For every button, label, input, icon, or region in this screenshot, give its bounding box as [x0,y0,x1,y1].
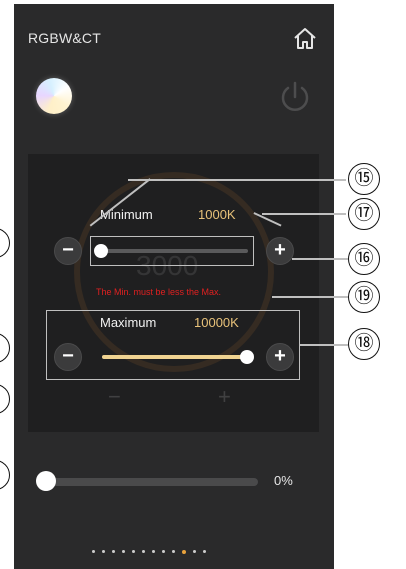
page-dot[interactable] [122,550,125,553]
callout-partial-3 [0,384,10,414]
background-minus: − [108,384,121,409]
callout-line-15 [128,179,346,181]
page-dot[interactable] [172,550,175,553]
callout-line-17 [262,213,346,215]
color-indicator[interactable] [36,78,72,114]
callout-box-max-row [46,310,300,380]
page-dot[interactable] [162,550,165,553]
page-dot[interactable] [132,550,135,553]
page-indicator [92,549,206,554]
minimum-value: 1000K [198,207,236,222]
power-icon[interactable] [276,78,314,116]
page-dot[interactable] [92,550,95,553]
page-dot[interactable] [193,550,196,553]
callout-16: ⑯ [348,243,380,275]
brightness-slider-thumb[interactable] [36,471,56,491]
page-dot[interactable] [102,550,105,553]
callout-partial-2 [0,333,10,363]
callout-partial-1 [0,228,10,258]
callout-line-18 [300,344,348,346]
page-title: RGBW&CT [28,30,101,46]
callout-box-min-slider [90,236,254,266]
brightness-percent: 0% [274,473,293,488]
brightness-slider-track[interactable] [38,478,258,486]
page-dot[interactable] [112,550,115,553]
callout-18: ⑱ [348,328,380,360]
range-error-message: The Min. must be less the Max. [96,287,222,297]
background-plus: + [218,384,231,409]
callout-line-19 [272,296,348,298]
page-dot-active[interactable] [182,549,186,554]
minimum-increase-button[interactable]: + [266,237,294,265]
callout-line-16 [292,258,348,260]
callout-partial-4 [0,460,10,490]
home-icon[interactable] [292,26,318,52]
callout-15: ⑮ [348,163,380,195]
page-dot[interactable] [203,550,206,553]
page-dot[interactable] [142,550,145,553]
callout-17: ⑰ [348,198,380,230]
app-screen: RGBW&CT 3000 − + Minimum 1000K − + The M… [14,4,334,569]
page-dot[interactable] [152,550,155,553]
callout-19: ⑲ [348,281,380,313]
minimum-decrease-button[interactable]: − [54,237,82,265]
